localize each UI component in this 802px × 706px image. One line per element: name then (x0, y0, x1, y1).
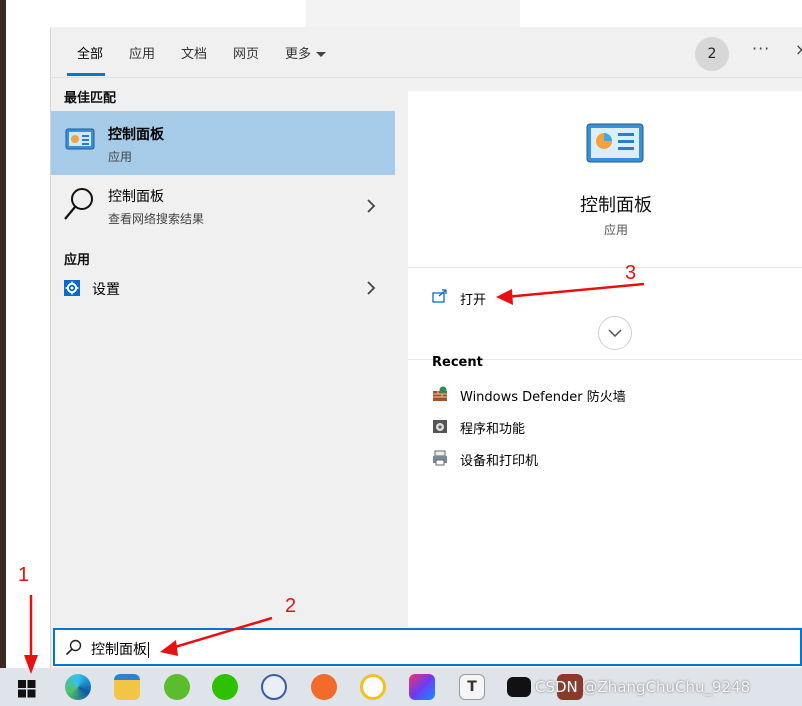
recent-item-firewall[interactable]: Windows Defender 防火墙 (432, 386, 792, 406)
recent-item-devices[interactable]: 设备和打印机 (432, 450, 792, 470)
search-icon (65, 639, 82, 656)
search-input-value: 控制面板 (91, 642, 147, 658)
watermark: CSDN @ZhangChuChu_9248 (535, 678, 751, 696)
open-icon (432, 289, 447, 303)
chevron-down-icon (608, 329, 622, 338)
tab-all[interactable]: 全部 (77, 43, 103, 62)
terminal-icon[interactable] (507, 677, 531, 697)
text-caret (148, 642, 149, 658)
start-search-window: 全部 应用 文档 网页 更多 2 ··· × 最佳匹配 控制面板 应用 控制面板… (50, 27, 802, 668)
taskbar: T CSDN @ZhangChuChu_9248 (0, 668, 802, 706)
file-explorer-icon[interactable] (114, 674, 140, 700)
recent-item-label: 设备和打印机 (460, 454, 539, 469)
tab-apps[interactable]: 应用 (129, 43, 155, 62)
settings-gear-icon (64, 280, 80, 296)
paw-app-icon[interactable] (360, 674, 386, 700)
best-match-heading: 最佳匹配 (64, 91, 117, 106)
best-match-result[interactable]: 控制面板 应用 (51, 111, 395, 175)
annotation-number-2: 2 (285, 595, 297, 617)
chevron-right-icon[interactable] (366, 199, 376, 213)
annotation-number-3: 3 (625, 262, 637, 284)
recent-item-label: 程序和功能 (460, 422, 526, 437)
app-title: 设置 (92, 282, 120, 298)
search-icon (64, 188, 93, 220)
windows-start-icon[interactable] (18, 680, 36, 698)
background-window (6, 0, 306, 30)
divider (408, 267, 802, 268)
expand-button[interactable] (598, 316, 632, 350)
background-window (520, 0, 802, 30)
recent-heading: Recent (432, 355, 483, 370)
chevron-right-icon[interactable] (366, 281, 376, 295)
open-action[interactable]: 打开 (408, 279, 802, 315)
close-icon[interactable]: × (795, 40, 802, 59)
tab-web[interactable]: 网页 (233, 43, 259, 62)
tab-documents[interactable]: 文档 (181, 43, 207, 62)
search-tabs: 全部 应用 文档 网页 更多 2 ··· × (51, 27, 802, 78)
browser-app-icon[interactable] (164, 674, 190, 700)
rewards-badge[interactable]: 2 (695, 37, 729, 71)
tab-more[interactable]: 更多 (285, 43, 327, 62)
apps-heading: 应用 (64, 253, 91, 268)
tab-more-label: 更多 (285, 47, 312, 62)
chat-app-icon[interactable] (261, 674, 287, 700)
result-title: 控制面板 (108, 189, 164, 205)
intellij-idea-icon[interactable] (409, 674, 435, 700)
programs-icon (433, 420, 447, 433)
result-subtitle: 查看网络搜索结果 (108, 212, 205, 226)
control-panel-large-icon (586, 123, 644, 163)
search-input[interactable]: 控制面板 (91, 639, 149, 659)
more-options-button[interactable]: ··· (752, 39, 770, 58)
result-subtitle: 应用 (108, 150, 133, 164)
edge-browser-icon[interactable] (65, 674, 91, 700)
printer-icon (433, 450, 447, 466)
web-search-result[interactable]: 控制面板 查看网络搜索结果 (51, 175, 395, 239)
firewall-icon (433, 386, 447, 401)
results-list: 最佳匹配 控制面板 应用 控制面板 查看网络搜索结果 应用 设置 (51, 78, 407, 627)
search-box[interactable]: 控制面板 (53, 628, 802, 666)
preview-pane: 控制面板 应用 打开 Recent Windows Defender 防火墙 程… (408, 91, 802, 627)
chevron-down-icon (316, 52, 327, 57)
app-result-settings[interactable]: 设置 (51, 274, 395, 306)
annotation-number-1: 1 (18, 564, 30, 586)
preview-app-type: 应用 (603, 223, 628, 237)
preview-app-name: 控制面板 (580, 195, 652, 216)
pen-app-icon[interactable] (311, 674, 337, 700)
control-panel-icon (65, 128, 95, 150)
recent-item-programs[interactable]: 程序和功能 (432, 418, 792, 438)
text-editor-icon[interactable]: T (459, 674, 485, 700)
wechat-icon[interactable] (212, 674, 238, 700)
result-title: 控制面板 (108, 127, 164, 143)
recent-item-label: Windows Defender 防火墙 (460, 390, 626, 405)
active-tab-indicator (67, 73, 105, 76)
open-label: 打开 (460, 293, 487, 308)
